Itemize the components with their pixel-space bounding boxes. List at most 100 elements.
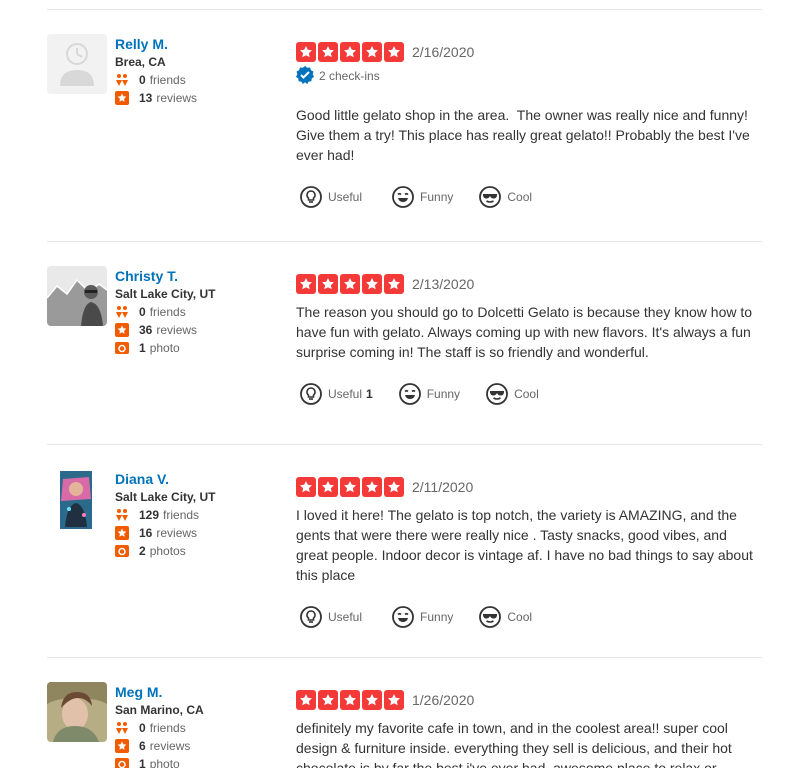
star-rating	[296, 477, 406, 497]
useful-label: Useful	[328, 610, 363, 624]
star-icon	[384, 690, 404, 710]
user-name-link[interactable]: Meg M.	[115, 683, 295, 701]
funny-label: Funny	[426, 387, 461, 401]
user-name-link[interactable]: Diana V.	[115, 470, 295, 488]
reviews-stat: 6 reviews	[115, 737, 295, 755]
camera-icon	[115, 544, 129, 558]
reviews-stat: 13 reviews	[115, 89, 295, 107]
review-star-icon	[115, 91, 129, 105]
reviews-label: reviews	[156, 526, 198, 540]
friends-label: friends	[149, 305, 186, 319]
camera-icon	[115, 757, 129, 768]
useful-button[interactable]: Useful	[296, 605, 366, 629]
review-count: 16	[139, 526, 153, 540]
funny-button[interactable]: Funny	[388, 605, 453, 629]
sunglasses-face-icon	[479, 606, 502, 628]
user-location: Brea, CA	[115, 55, 166, 69]
user-name-link[interactable]: Christy T.	[115, 267, 295, 285]
reviews-stat: 16 reviews	[115, 524, 295, 542]
photos-stat: 1 photo	[115, 755, 295, 768]
photos-stat: 1 photo	[115, 339, 295, 357]
friends-icon	[115, 305, 129, 319]
useful-count: 1	[366, 387, 373, 401]
star-rating	[296, 690, 406, 710]
photo-count: 2	[139, 544, 146, 558]
star-icon	[340, 274, 360, 294]
photo-count: 1	[139, 341, 146, 355]
star-icon	[340, 477, 360, 497]
reviews-stat: 36 reviews	[115, 321, 295, 339]
user-photo	[47, 682, 107, 742]
friends-stat: 0 friends	[115, 719, 295, 737]
user-location: San Marino, CA	[115, 703, 204, 717]
checkins: 2 check-ins	[296, 65, 762, 84]
review-card: Meg M. San Marino, CA 0 friends 6 reviews …	[47, 657, 762, 768]
user-photo	[47, 469, 107, 529]
useful-button[interactable]: Useful	[296, 185, 366, 209]
review-card: Diana V. Salt Lake City, UT 129 friends 1…	[47, 444, 762, 658]
friends-icon	[115, 508, 129, 522]
lightbulb-icon	[300, 606, 322, 628]
review-star-icon	[115, 526, 129, 540]
star-icon	[296, 477, 316, 497]
funny-face-icon	[398, 383, 421, 405]
cool-label: Cool	[507, 190, 533, 204]
friends-label: friends	[149, 73, 186, 87]
reviews-label: reviews	[149, 739, 191, 753]
star-rating	[296, 274, 406, 294]
friends-stat: 0 friends	[115, 303, 295, 321]
user-name-link[interactable]: Relly M.	[115, 35, 295, 53]
review-text: The reason you should go to Dolcetti Gel…	[296, 304, 756, 360]
friends-icon	[115, 73, 129, 87]
star-icon	[384, 274, 404, 294]
avatar-placeholder[interactable]	[47, 34, 107, 94]
friends-stat: 129 friends	[115, 506, 295, 524]
cool-button[interactable]: Cool	[475, 185, 532, 209]
review-star-icon	[115, 323, 129, 337]
review-date: 2/11/2020	[412, 479, 474, 495]
funny-face-icon	[392, 186, 414, 208]
review-date: 2/13/2020	[412, 276, 475, 292]
photo-count: 1	[139, 757, 146, 768]
camera-icon	[115, 341, 129, 355]
avatar[interactable]	[47, 469, 107, 529]
avatar[interactable]	[47, 682, 107, 742]
user-location: Salt Lake City, UT	[115, 287, 216, 301]
useful-button[interactable]: Useful 1	[296, 382, 373, 406]
lightbulb-icon	[300, 186, 322, 208]
review-card: Relly M. Brea, CA 0 friends 13 reviews 2/1…	[47, 9, 762, 242]
reviews-label: reviews	[156, 91, 198, 105]
photos-stat: 2 photos	[115, 542, 295, 560]
star-icon	[362, 477, 382, 497]
review-count: 36	[139, 323, 153, 337]
sunglasses-face-icon	[486, 383, 508, 405]
funny-face-icon	[392, 606, 414, 628]
star-icon	[318, 42, 338, 62]
funny-button[interactable]: Funny	[388, 185, 453, 209]
review-date: 2/16/2020	[412, 44, 475, 60]
user-photo	[47, 266, 107, 326]
funny-label: Funny	[420, 190, 454, 204]
friends-icon	[115, 721, 129, 735]
cool-button[interactable]: Cool	[475, 605, 532, 629]
star-icon	[362, 274, 382, 294]
review-date: 1/26/2020	[412, 692, 475, 708]
star-icon	[318, 477, 338, 497]
avatar[interactable]	[47, 266, 107, 326]
review-star-icon	[115, 739, 129, 753]
funny-button[interactable]: Funny	[395, 382, 460, 406]
cool-button[interactable]: Cool	[482, 382, 539, 406]
star-rating	[296, 42, 406, 62]
review-count: 13	[139, 91, 153, 105]
star-icon	[318, 274, 338, 294]
star-icon	[384, 42, 404, 62]
cool-label: Cool	[514, 387, 539, 401]
star-icon	[362, 42, 382, 62]
photos-label: photos	[149, 544, 186, 558]
sunglasses-face-icon	[479, 186, 502, 208]
friends-count: 0	[139, 73, 146, 87]
friends-stat: 0 friends	[115, 71, 295, 89]
checkins-label: 2 check-ins	[319, 69, 380, 83]
star-icon	[296, 274, 316, 294]
cool-label: Cool	[507, 610, 533, 624]
